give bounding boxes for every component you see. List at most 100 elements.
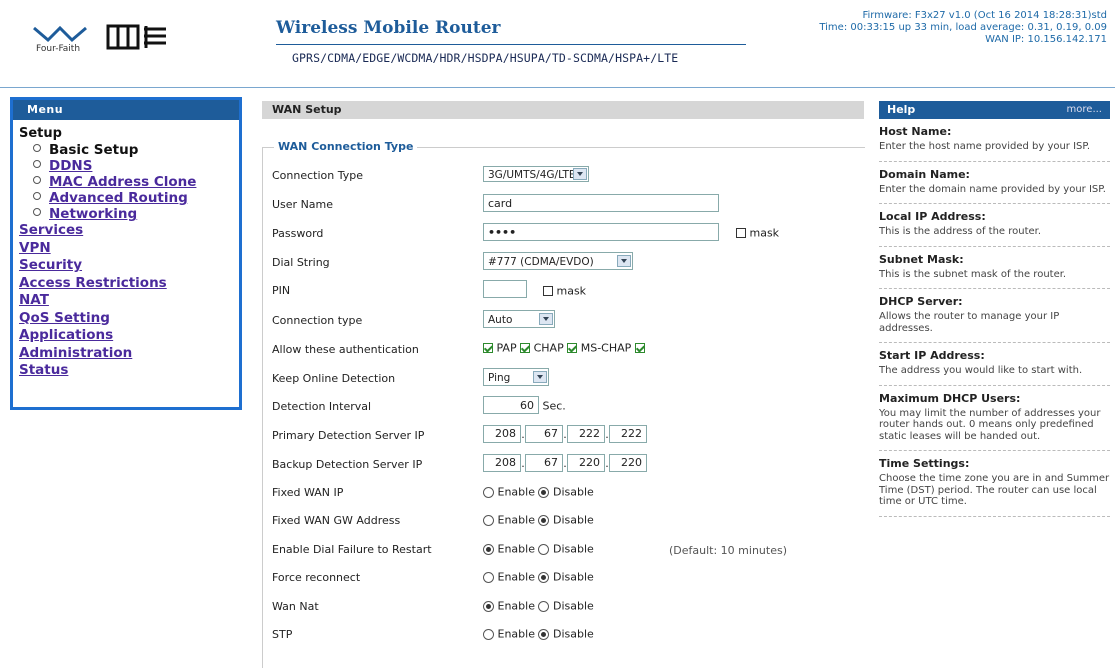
primary-ip-label: Primary Detection Server IP — [272, 429, 425, 442]
force-reconnect-enable-radio[interactable] — [483, 571, 494, 583]
fixed-wan-gw-enable-radio[interactable] — [483, 514, 494, 526]
keep-online-select[interactable]: Ping — [483, 368, 549, 386]
wan-connection-legend: WAN Connection Type — [274, 140, 418, 153]
keep-online-label: Keep Online Detection — [272, 372, 396, 385]
help-section-max-dhcp-users: Maximum DHCP Users: You may limit the num… — [879, 392, 1110, 451]
enable-label: Enable — [497, 542, 535, 556]
menu-item-applications[interactable]: Applications — [19, 327, 113, 343]
wan-setup-title: WAN Setup — [262, 101, 864, 119]
brand-name: Four-Faith — [36, 44, 81, 54]
help-section-dhcp-server: DHCP Server: Allows the router to manage … — [879, 295, 1110, 343]
bullet-icon — [33, 192, 41, 200]
fixed-wan-ip-label: Fixed WAN IP — [272, 486, 344, 499]
connection-mode-select[interactable]: Auto — [483, 310, 555, 328]
help-section-time-settings: Time Settings: Choose the time zone you a… — [879, 457, 1110, 517]
backup-ip-octet-1[interactable]: 208 — [483, 454, 521, 472]
help-section-local-ip: Local IP Address: This is the address of … — [879, 210, 1110, 247]
dial-failure-disable-radio[interactable] — [538, 543, 550, 555]
auth-ms-chap-checkbox[interactable] — [567, 343, 578, 353]
bullet-icon — [33, 208, 41, 216]
help-section-domain-name: Domain Name: Enter the domain name provid… — [879, 168, 1110, 204]
password-mask-label: mask — [749, 226, 780, 240]
primary-ip-octet-3[interactable]: 222 — [567, 425, 605, 443]
auth-pap-label: PAP — [496, 341, 517, 355]
wan-nat-disable-radio[interactable] — [538, 600, 550, 612]
connection-type-select[interactable]: 3G/UMTS/4G/LTE — [483, 166, 589, 182]
dropdown-arrow-icon — [539, 313, 553, 325]
help-more-link[interactable]: more... — [1067, 101, 1102, 119]
bullet-icon — [33, 176, 41, 184]
menu-panel: Menu Setup Basic Setup DDNS MAC Address … — [10, 97, 242, 410]
auth-pap-checkbox[interactable] — [483, 343, 493, 353]
menu-item-access-restrictions[interactable]: Access Restrictions — [19, 275, 167, 291]
auth-ms-chap-label: MS-CHAP — [580, 341, 632, 355]
fixed-wan-ip-enable-radio[interactable] — [483, 486, 494, 498]
four-faith-logo: Four-Faith — [30, 20, 220, 60]
force-reconnect-label: Force reconnect — [272, 571, 361, 584]
firmware-text: Firmware: F3x27 v1.0 (Oct 16 2014 18:28:… — [862, 10, 1107, 21]
auth-chap-checkbox[interactable] — [520, 343, 531, 353]
stp-enable-radio[interactable] — [483, 628, 494, 640]
menu-item-status[interactable]: Status — [19, 362, 68, 378]
menu-item-administration[interactable]: Administration — [19, 345, 132, 361]
backup-ip-octet-2[interactable]: 67 — [525, 454, 563, 472]
wan-ip-text: WAN IP: 10.156.142.171 — [985, 34, 1107, 45]
disable-label: Disable — [552, 513, 594, 527]
dial-string-label: Dial String — [272, 256, 330, 269]
submenu-item-mac-address-clone[interactable]: MAC Address Clone — [33, 174, 239, 190]
primary-ip-octet-1[interactable]: 208 — [483, 425, 521, 443]
seconds-unit: Sec. — [542, 399, 566, 413]
backup-ip-octet-4[interactable]: 220 — [609, 454, 647, 472]
stp-disable-radio[interactable] — [538, 628, 550, 640]
force-reconnect-disable-radio[interactable] — [538, 571, 550, 583]
dropdown-arrow-icon — [617, 255, 631, 267]
detection-interval-input[interactable]: 60 — [483, 396, 539, 414]
dropdown-arrow-icon — [533, 371, 547, 383]
backup-ip-octet-3[interactable]: 220 — [567, 454, 605, 472]
submenu-item-advanced-routing[interactable]: Advanced Routing — [33, 190, 239, 206]
help-title: Help — [887, 103, 916, 116]
menu-item-security[interactable]: Security — [19, 257, 82, 273]
primary-ip-octet-4[interactable]: 222 — [609, 425, 647, 443]
submenu-item-ddns[interactable]: DDNS — [33, 158, 239, 174]
password-input[interactable]: •••• — [483, 223, 719, 241]
detection-interval-label: Detection Interval — [272, 400, 372, 413]
status-info: Firmware: F3x27 v1.0 (Oct 16 2014 18:28:… — [687, 10, 1107, 46]
menu-setup-heading: Setup — [19, 126, 62, 141]
submenu-item-networking[interactable]: Networking — [33, 206, 239, 222]
enable-label: Enable — [497, 627, 535, 641]
primary-ip-octet-2[interactable]: 67 — [525, 425, 563, 443]
default-note: (Default: 10 minutes) — [669, 544, 787, 557]
menu-title: Menu — [13, 100, 239, 120]
disable-label: Disable — [552, 599, 594, 613]
help-section-subnet-mask: Subnet Mask: This is the subnet mask of t… — [879, 253, 1110, 289]
wan-setup-panel: WAN Setup WAN Connection Type Connection… — [262, 101, 865, 668]
dial-string-select[interactable]: #777 (CDMA/EVDO) — [483, 252, 633, 270]
wan-nat-label: Wan Nat — [272, 600, 319, 613]
uptime-text: Time: 00:33:15 up 33 min, load average: … — [819, 22, 1107, 33]
menu-item-qos-setting[interactable]: QoS Setting — [19, 310, 110, 326]
help-panel: Help more... Host Name: Enter the host nam… — [879, 101, 1110, 656]
fixed-wan-gw-disable-radio[interactable] — [538, 514, 550, 526]
enable-label: Enable — [497, 599, 535, 613]
dial-failure-enable-radio[interactable] — [483, 543, 494, 555]
help-header: Help more... — [879, 101, 1110, 119]
header-bottom-line — [0, 87, 1115, 88]
header-divider — [276, 44, 746, 45]
fixed-wan-ip-disable-radio[interactable] — [538, 486, 550, 498]
dropdown-arrow-icon — [573, 168, 587, 180]
product-title: Wireless Mobile Router — [276, 18, 501, 38]
submenu-item-basic-setup[interactable]: Basic Setup — [33, 142, 239, 158]
auth-extra-checkbox[interactable] — [634, 343, 645, 353]
menu-item-services[interactable]: Services — [19, 222, 83, 238]
dial-failure-restart-label: Enable Dial Failure to Restart — [272, 543, 432, 556]
menu-item-nat[interactable]: NAT — [19, 292, 49, 308]
pin-mask-checkbox[interactable] — [543, 286, 553, 296]
help-section-host-name: Host Name: Enter the host name provided b… — [879, 125, 1110, 162]
wan-nat-enable-radio[interactable] — [483, 600, 494, 612]
password-mask-checkbox[interactable] — [736, 228, 746, 238]
pin-input[interactable] — [483, 280, 527, 298]
user-name-input[interactable]: card — [483, 194, 719, 212]
menu-item-vpn[interactable]: VPN — [19, 240, 51, 256]
bullet-icon — [33, 144, 41, 152]
